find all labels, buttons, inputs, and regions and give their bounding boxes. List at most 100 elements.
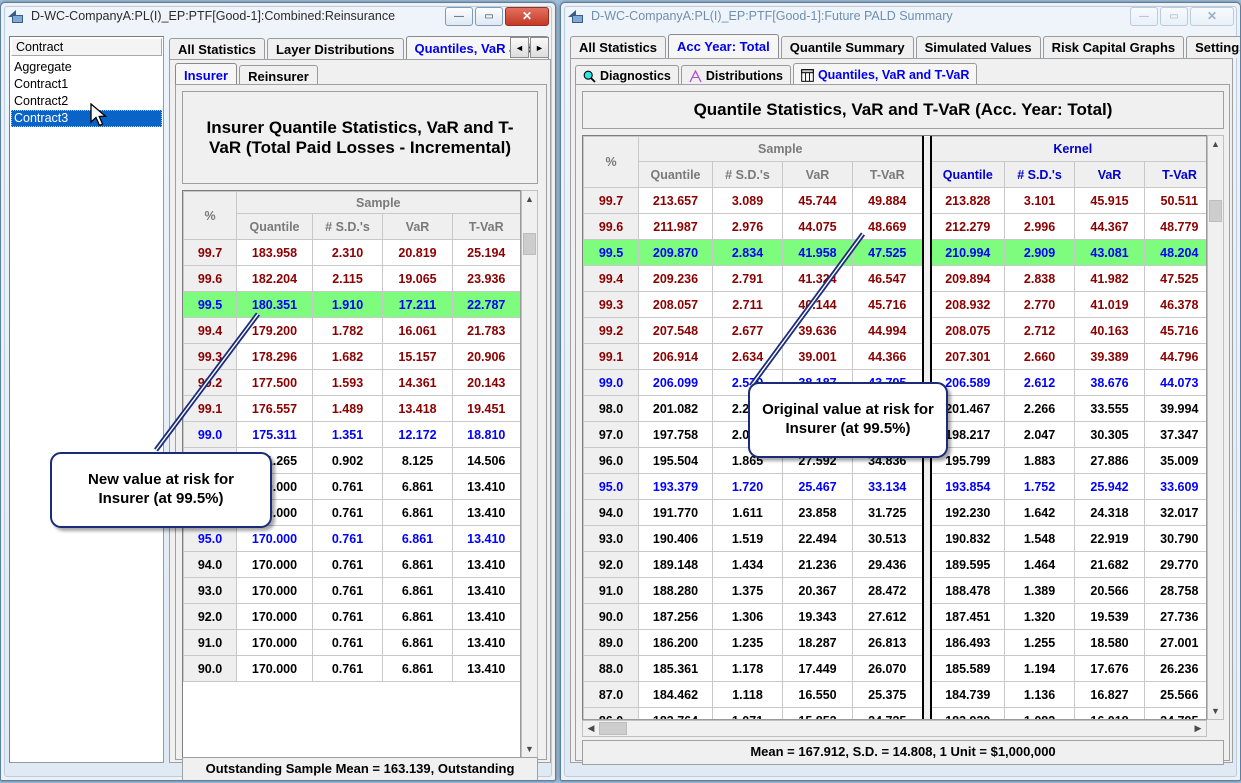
cell-sd[interactable]: 1.910: [312, 291, 383, 318]
cell-kernel-var[interactable]: 41.982: [1074, 265, 1146, 292]
cell-kernel-quantile[interactable]: 212.279: [929, 213, 1006, 240]
cell-sd[interactable]: 0.761: [312, 603, 383, 630]
cell-kernel-tvar[interactable]: 29.770: [1144, 551, 1206, 578]
cell-sample-quantile[interactable]: 197.758: [638, 421, 713, 448]
cell-sd[interactable]: 1.782: [312, 317, 383, 344]
cell-kernel-quantile[interactable]: 188.478: [929, 577, 1006, 604]
table-row[interactable]: 94.0 170.000 0.761 6.861 13.410: [183, 551, 520, 578]
cell-sample-tvar[interactable]: 48.669: [851, 213, 924, 240]
tab-quantile-summary[interactable]: Quantile Summary: [780, 36, 914, 58]
cell-tvar[interactable]: 13.410: [451, 473, 520, 500]
table-row[interactable]: 92.0 170.000 0.761 6.861 13.410: [183, 603, 520, 630]
subtab-diagnostics[interactable]: Diagnostics: [575, 65, 679, 86]
left-grid-vscrollbar[interactable]: ▲ ▼: [521, 190, 538, 758]
cell-kernel-var[interactable]: 38.676: [1074, 369, 1146, 396]
cell-quantile[interactable]: 180.351: [236, 291, 313, 318]
cell-sd[interactable]: 0.761: [312, 525, 383, 552]
scrollbar-thumb[interactable]: [523, 233, 536, 255]
cell-sample-quantile[interactable]: 185.361: [638, 655, 713, 682]
cell-var[interactable]: 16.061: [382, 317, 453, 344]
cell-kernel-sd[interactable]: 1.136: [1004, 681, 1076, 708]
cell-kernel-quantile[interactable]: 183.930: [929, 707, 1006, 719]
cell-var[interactable]: 17.211: [382, 291, 453, 318]
cell-var[interactable]: 12.172: [382, 421, 453, 448]
table-row[interactable]: 92.0 189.148 1.434 21.236 29.436 189.595 1.464…: [583, 551, 1206, 578]
scroll-down-icon[interactable]: ▼: [522, 741, 537, 757]
cell-sample-tvar[interactable]: 47.525: [851, 239, 924, 266]
cell-sample-sd[interactable]: 2.711: [712, 291, 783, 318]
cell-tvar[interactable]: 18.810: [451, 421, 520, 448]
cell-quantile[interactable]: 183.958: [236, 239, 313, 266]
cell-sample-quantile[interactable]: 209.236: [638, 265, 713, 292]
cell-sample-sd[interactable]: 1.611: [712, 499, 783, 526]
table-row[interactable]: 99.5 209.870 2.834 41.958 47.525 210.994 2.909…: [583, 239, 1206, 266]
cell-sample-tvar[interactable]: 25.375: [851, 681, 924, 708]
cell-kernel-sd[interactable]: 1.883: [1004, 447, 1076, 474]
cell-kernel-var[interactable]: 16.018: [1074, 707, 1146, 719]
cell-sample-sd[interactable]: 1.306: [712, 603, 783, 630]
cell-sample-quantile[interactable]: 184.462: [638, 681, 713, 708]
right-grid-hscrollbar[interactable]: ◀ ▶: [582, 720, 1207, 737]
cell-kernel-sd[interactable]: 1.389: [1004, 577, 1076, 604]
cell-sample-tvar[interactable]: 45.716: [851, 291, 924, 318]
cell-sample-quantile[interactable]: 189.148: [638, 551, 713, 578]
cell-tvar[interactable]: 22.787: [451, 291, 520, 318]
cell-tvar[interactable]: 13.410: [451, 577, 520, 604]
cell-sample-sd[interactable]: 2.634: [712, 343, 783, 370]
cell-kernel-quantile[interactable]: 213.828: [929, 187, 1006, 214]
cell-tvar[interactable]: 25.194: [451, 239, 520, 266]
cell-sample-tvar[interactable]: 44.994: [851, 317, 924, 344]
cell-kernel-quantile[interactable]: 190.832: [929, 525, 1006, 552]
cell-kernel-var[interactable]: 25.942: [1074, 473, 1146, 500]
scroll-left-icon[interactable]: ◀: [583, 721, 599, 736]
cell-kernel-tvar[interactable]: 27.736: [1144, 603, 1206, 630]
scrollbar-thumb[interactable]: [1209, 200, 1222, 222]
left-window-controls[interactable]: — ▭ ✕: [445, 6, 551, 26]
cell-kernel-quantile[interactable]: 210.994: [929, 239, 1006, 266]
cell-kernel-tvar[interactable]: 50.511: [1144, 187, 1206, 214]
cell-kernel-var[interactable]: 44.367: [1074, 213, 1146, 240]
cell-sample-quantile[interactable]: 193.379: [638, 473, 713, 500]
table-row[interactable]: 91.0 170.000 0.761 6.861 13.410: [183, 629, 520, 656]
cell-sample-var[interactable]: 17.449: [782, 655, 853, 682]
cell-var[interactable]: 6.861: [382, 577, 453, 604]
cell-sample-sd[interactable]: 3.089: [712, 187, 783, 214]
cell-var[interactable]: 13.418: [382, 395, 453, 422]
cell-kernel-tvar[interactable]: 37.347: [1144, 421, 1206, 448]
cell-kernel-quantile[interactable]: 208.075: [929, 317, 1006, 344]
table-row[interactable]: 99.4 209.236 2.791 41.324 46.547 209.894 2.838…: [583, 265, 1206, 292]
cell-kernel-tvar[interactable]: 25.566: [1144, 681, 1206, 708]
right-window-controls[interactable]: — ▭ ✕: [1130, 6, 1236, 26]
cell-tvar[interactable]: 13.410: [451, 629, 520, 656]
cell-var[interactable]: 6.861: [382, 655, 453, 682]
cell-sd[interactable]: 2.310: [312, 239, 383, 266]
cell-sample-quantile[interactable]: 206.914: [638, 343, 713, 370]
table-row[interactable]: 95.0 193.379 1.720 25.467 33.134 193.854 1.752…: [583, 473, 1206, 500]
cell-tvar[interactable]: 13.410: [451, 551, 520, 578]
cell-sample-tvar[interactable]: 24.725: [851, 707, 924, 719]
cell-sample-var[interactable]: 19.343: [782, 603, 853, 630]
cell-kernel-sd[interactable]: 1.255: [1004, 629, 1076, 656]
cell-sample-sd[interactable]: 2.677: [712, 317, 783, 344]
table-row[interactable]: 89.0 186.200 1.235 18.287 26.813 186.493 1.255…: [583, 629, 1206, 656]
cell-kernel-tvar[interactable]: 35.009: [1144, 447, 1206, 474]
table-row[interactable]: 94.0 191.770 1.611 23.858 31.725 192.230 1.642…: [583, 499, 1206, 526]
cell-sample-sd[interactable]: 1.434: [712, 551, 783, 578]
cell-var[interactable]: 19.065: [382, 265, 453, 292]
cell-kernel-sd[interactable]: 2.770: [1004, 291, 1076, 318]
cell-sd[interactable]: 0.761: [312, 499, 383, 526]
cell-kernel-var[interactable]: 18.580: [1074, 629, 1146, 656]
subtab-distributions[interactable]: Distributions: [680, 65, 791, 86]
list-item[interactable]: Aggregate: [11, 59, 162, 76]
cell-tvar[interactable]: 14.506: [451, 447, 520, 474]
left-quantile-table[interactable]: % Sample Quantile # S.D.'s VaR T-VaR 99.…: [183, 191, 520, 682]
close-button[interactable]: ✕: [505, 6, 549, 26]
cell-sample-var[interactable]: 41.324: [782, 265, 853, 292]
cell-kernel-tvar[interactable]: 45.716: [1144, 317, 1206, 344]
cell-kernel-var[interactable]: 40.163: [1074, 317, 1146, 344]
cell-sample-var[interactable]: 21.236: [782, 551, 853, 578]
cell-sample-tvar[interactable]: 33.134: [851, 473, 924, 500]
cell-sample-var[interactable]: 23.858: [782, 499, 853, 526]
cell-kernel-tvar[interactable]: 26.236: [1144, 655, 1206, 682]
cell-sd[interactable]: 1.351: [312, 421, 383, 448]
